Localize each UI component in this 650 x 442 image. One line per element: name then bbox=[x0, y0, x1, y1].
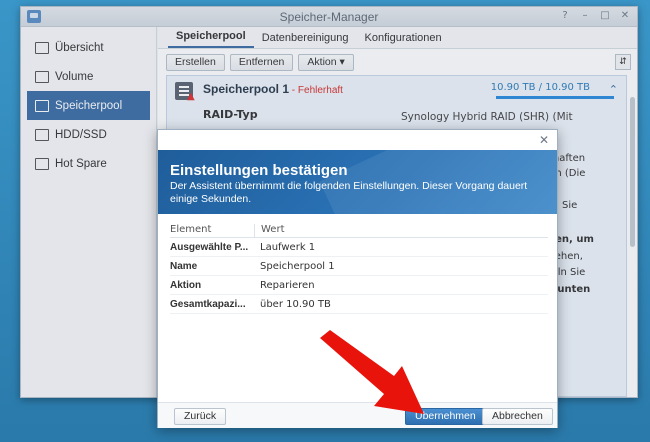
close-icon[interactable]: ✕ bbox=[539, 133, 549, 147]
row-key: Gesamtkapazi... bbox=[170, 298, 246, 310]
row-value: Reparieren bbox=[260, 279, 315, 291]
table-row[interactable]: Ausgewählte P... Laufwerk 1 bbox=[170, 238, 548, 257]
table-row[interactable]: Name Speicherpool 1 bbox=[170, 257, 548, 276]
settings-table: Element Wert Ausgewählte P... Laufwerk 1… bbox=[170, 224, 548, 314]
row-value: über 10.90 TB bbox=[260, 298, 331, 310]
dialog-title: Einstellungen bestätigen bbox=[170, 162, 348, 179]
row-key: Name bbox=[170, 260, 198, 272]
red-arrow-annotation-icon bbox=[320, 330, 424, 414]
column-header-value[interactable]: Wert bbox=[254, 224, 285, 237]
row-value: Speicherpool 1 bbox=[260, 260, 335, 272]
dialog-subtitle: Der Assistent übernimmt die folgenden Ei… bbox=[170, 180, 528, 205]
column-header-element[interactable]: Element bbox=[170, 224, 254, 237]
row-value: Laufwerk 1 bbox=[260, 241, 316, 253]
cancel-button[interactable]: Abbrechen bbox=[482, 408, 553, 425]
dialog-header: Einstellungen bestätigen Der Assistent ü… bbox=[158, 150, 557, 214]
row-key: Aktion bbox=[170, 279, 202, 291]
row-key: Ausgewählte P... bbox=[170, 241, 249, 253]
table-row[interactable]: Gesamtkapazi... über 10.90 TB bbox=[170, 295, 548, 314]
table-header: Element Wert bbox=[170, 224, 548, 238]
back-button[interactable]: Zurück bbox=[174, 408, 227, 425]
table-row[interactable]: Aktion Reparieren bbox=[170, 276, 548, 295]
